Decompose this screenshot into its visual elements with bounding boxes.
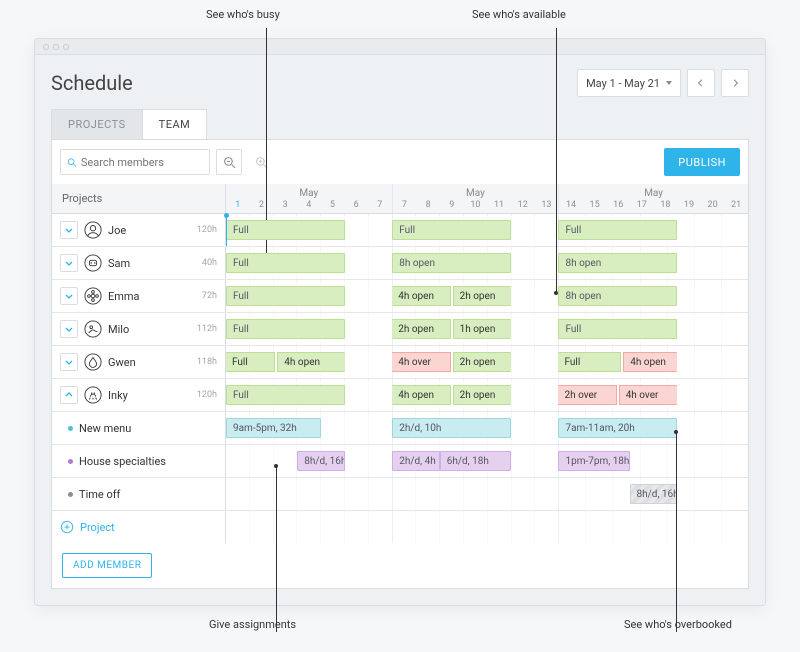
assignment-bar[interactable]: 9am-5pm, 32h [226, 418, 321, 438]
member-name: Gwen [108, 356, 191, 369]
schedule-bar[interactable]: Full [226, 286, 345, 306]
assignment-bar[interactable]: 7am-11am, 20h [558, 418, 676, 438]
zoom-out-icon [223, 156, 236, 169]
plus-circle-icon [60, 520, 74, 534]
chevron-up-icon[interactable] [60, 386, 78, 404]
callout-assign: Give assignments [209, 618, 296, 631]
search-input[interactable] [60, 149, 210, 175]
avatar-icon [84, 221, 102, 239]
project-color-dot [68, 459, 73, 464]
chevron-down-icon[interactable] [60, 353, 78, 371]
avatar-icon [84, 320, 102, 338]
assignment-bar[interactable]: 2h/d, 4h [392, 451, 439, 471]
schedule-bar[interactable]: 2h over4h over [558, 385, 676, 405]
callout-busy: See who's busy [206, 8, 280, 21]
projects-column-header: Projects [52, 184, 226, 213]
chevron-down-icon[interactable] [60, 221, 78, 239]
project-row: Time off [52, 478, 226, 510]
schedule-bar[interactable]: Full [558, 319, 676, 339]
tab-team[interactable]: TEAM [142, 109, 208, 139]
prev-button[interactable] [687, 69, 715, 97]
schedule-bar[interactable]: Full4h open [226, 352, 345, 372]
member-hours: 118h [197, 357, 217, 367]
schedule-bar[interactable]: 2h open1h open [392, 319, 511, 339]
member-row: Milo 112h [52, 313, 226, 345]
project-color-dot [68, 426, 73, 431]
member-hours: 72h [202, 291, 217, 301]
search-icon [67, 157, 77, 168]
schedule-bar[interactable]: 8h open [392, 253, 511, 273]
member-row: Emma 72h [52, 280, 226, 312]
assignment-bar[interactable]: 1pm-7pm, 18h [558, 451, 629, 471]
member-row: Inky 120h [52, 379, 226, 411]
project-name: Time off [79, 488, 217, 501]
schedule-bar[interactable]: 4h over2h open [392, 352, 511, 372]
callout-available: See who's available [472, 8, 566, 21]
add-member-button[interactable]: ADD MEMBER [62, 553, 152, 578]
avatar-icon [84, 254, 102, 272]
chevron-down-icon [666, 81, 672, 85]
member-name: Sam [108, 257, 196, 270]
zoom-out-button[interactable] [216, 149, 242, 175]
member-row: Joe 120h [52, 214, 226, 246]
next-button[interactable] [721, 69, 749, 97]
schedule-bar[interactable]: Full [226, 319, 345, 339]
schedule-bar[interactable]: Full [226, 253, 345, 273]
schedule-bar[interactable]: 8h open [558, 253, 676, 273]
project-name: New menu [79, 422, 217, 435]
schedule-bar[interactable]: Full [558, 220, 676, 240]
window-titlebar [35, 39, 765, 55]
member-hours: 112h [197, 324, 217, 334]
avatar-icon [84, 287, 102, 305]
assignment-bar[interactable]: 6h/d, 18h [440, 451, 511, 471]
member-name: Joe [108, 224, 191, 237]
zoom-in-button[interactable] [248, 149, 274, 175]
project-name: House specialties [79, 455, 217, 468]
chevron-down-icon[interactable] [60, 287, 78, 305]
member-hours: 120h [197, 390, 217, 400]
project-row: House specialties [52, 445, 226, 477]
app-window: Schedule May 1 - May 21 PROJECTS TEAM [34, 38, 766, 606]
chevron-down-icon[interactable] [60, 320, 78, 338]
schedule-bar[interactable]: Full [226, 220, 345, 240]
member-name: Emma [108, 290, 196, 303]
avatar-icon [84, 386, 102, 404]
assignment-bar[interactable]: 8h/d, 16h [630, 484, 677, 504]
publish-button[interactable]: PUBLISH [664, 148, 740, 176]
avatar-icon [84, 353, 102, 371]
member-row: Sam 40h [52, 247, 226, 279]
schedule-bar[interactable]: 4h open2h open [392, 385, 511, 405]
schedule-bar[interactable]: 8h open [558, 286, 676, 306]
member-name: Milo [108, 323, 191, 336]
schedule-bar[interactable]: 4h open2h open [392, 286, 511, 306]
member-hours: 40h [202, 258, 217, 268]
member-name: Inky [108, 389, 191, 402]
chevron-down-icon[interactable] [60, 254, 78, 272]
schedule-bar[interactable]: Full [392, 220, 511, 240]
date-range-picker[interactable]: May 1 - May 21 [577, 69, 681, 97]
schedule-bar[interactable]: Full4h open [558, 352, 676, 372]
page-title: Schedule [51, 71, 133, 95]
assignment-bar[interactable]: 2h/d, 10h [392, 418, 511, 438]
tab-projects[interactable]: PROJECTS [51, 109, 143, 139]
assignment-bar[interactable]: 8h/d, 16h [297, 451, 344, 471]
member-hours: 120h [197, 225, 217, 235]
add-project-button[interactable]: Project [60, 520, 115, 534]
member-row: Gwen 118h [52, 346, 226, 378]
schedule-bar[interactable]: Full [226, 385, 345, 405]
project-color-dot [68, 492, 73, 497]
tabs: PROJECTS TEAM [51, 109, 749, 140]
callout-over: See who's overbooked [624, 618, 732, 631]
project-row: New menu [52, 412, 226, 444]
